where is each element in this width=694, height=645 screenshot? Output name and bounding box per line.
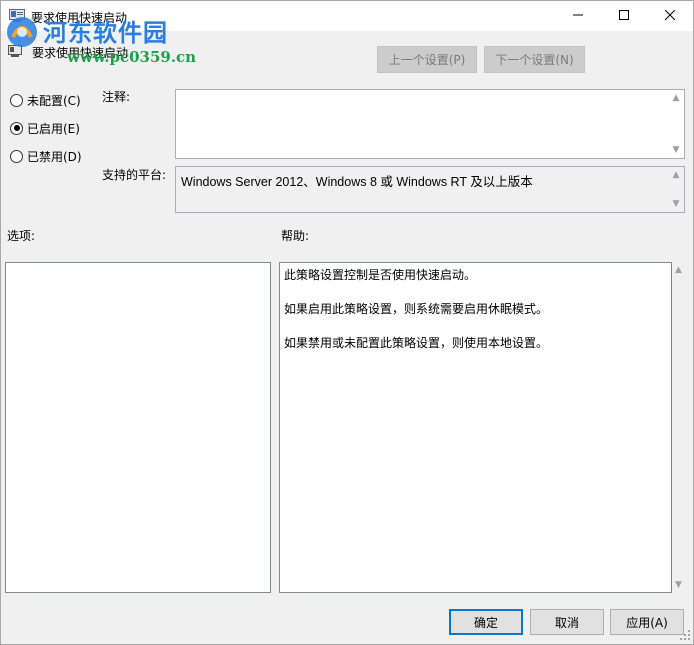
maximize-icon: [619, 9, 629, 23]
scroll-down-icon[interactable]: ▼: [675, 580, 682, 590]
radio-button[interactable]: [10, 149, 23, 163]
scroll-up-icon[interactable]: ▲: [671, 170, 681, 180]
ok-button[interactable]: 确定: [449, 609, 523, 635]
help-text-line: 如果启用此策略设置，则系统需要启用休眠模式。: [284, 302, 549, 316]
radio-label: 已启用(E): [27, 121, 80, 136]
cancel-button[interactable]: 取消: [530, 609, 604, 635]
platform-field: Windows Server 2012、Windows 8 或 Windows …: [175, 166, 685, 213]
comment-scrollbar[interactable]: ▲ ▼: [667, 90, 684, 158]
platform-label: 支持的平台:: [102, 168, 167, 182]
radio-disabled[interactable]: 已禁用(D): [10, 147, 82, 165]
help-label: 帮助:: [281, 229, 310, 243]
radio-label: 未配置(C): [27, 93, 81, 108]
resize-grip-icon[interactable]: [679, 629, 691, 641]
watermark-url: www.pc0359.cn: [67, 48, 197, 66]
platform-value: Windows Server 2012、Windows 8 或 Windows …: [181, 175, 533, 189]
options-label: 选项:: [7, 229, 36, 243]
scroll-up-icon[interactable]: ▲: [675, 265, 682, 275]
scroll-up-icon[interactable]: ▲: [671, 93, 681, 103]
radio-label: 已禁用(D): [27, 149, 82, 164]
minimize-button[interactable]: [555, 1, 601, 31]
maximize-button[interactable]: [601, 1, 647, 31]
next-setting-button[interactable]: 下一个设置(N): [484, 46, 585, 73]
help-text-line: 此策略设置控制是否使用快速启动。: [284, 268, 477, 282]
previous-setting-button[interactable]: 上一个设置(P): [377, 46, 477, 73]
watermark-text: 河东软件园: [43, 18, 168, 47]
options-pane[interactable]: [5, 262, 271, 593]
radio-button-checked[interactable]: [10, 121, 23, 135]
comment-textarea[interactable]: ▲ ▼: [175, 89, 685, 159]
radio-not-configured[interactable]: 未配置(C): [10, 91, 81, 109]
watermark-logo-icon: [5, 15, 39, 49]
help-scrollbar[interactable]: ▲ ▼: [672, 262, 688, 593]
help-text-line: 如果禁用或未配置此策略设置，则使用本地设置。: [284, 336, 549, 350]
minimize-icon: [573, 9, 583, 23]
scroll-down-icon[interactable]: ▼: [671, 199, 681, 209]
apply-button[interactable]: 应用(A): [610, 609, 684, 635]
help-pane[interactable]: 此策略设置控制是否使用快速启动。 如果启用此策略设置，则系统需要启用休眠模式。 …: [279, 262, 672, 593]
close-icon: [664, 9, 676, 23]
radio-enabled[interactable]: 已启用(E): [10, 119, 80, 137]
policy-dialog: 要求使用快速启动 要求使用快速启动 河东软件园 www.pc0359.cn 上一…: [0, 0, 694, 645]
platform-scrollbar[interactable]: ▲ ▼: [667, 167, 684, 212]
close-button[interactable]: [647, 1, 693, 31]
scroll-down-icon[interactable]: ▼: [671, 145, 681, 155]
comment-label: 注释:: [102, 90, 131, 104]
watermark: 河东软件园 www.pc0359.cn: [5, 13, 205, 69]
radio-button[interactable]: [10, 93, 23, 107]
